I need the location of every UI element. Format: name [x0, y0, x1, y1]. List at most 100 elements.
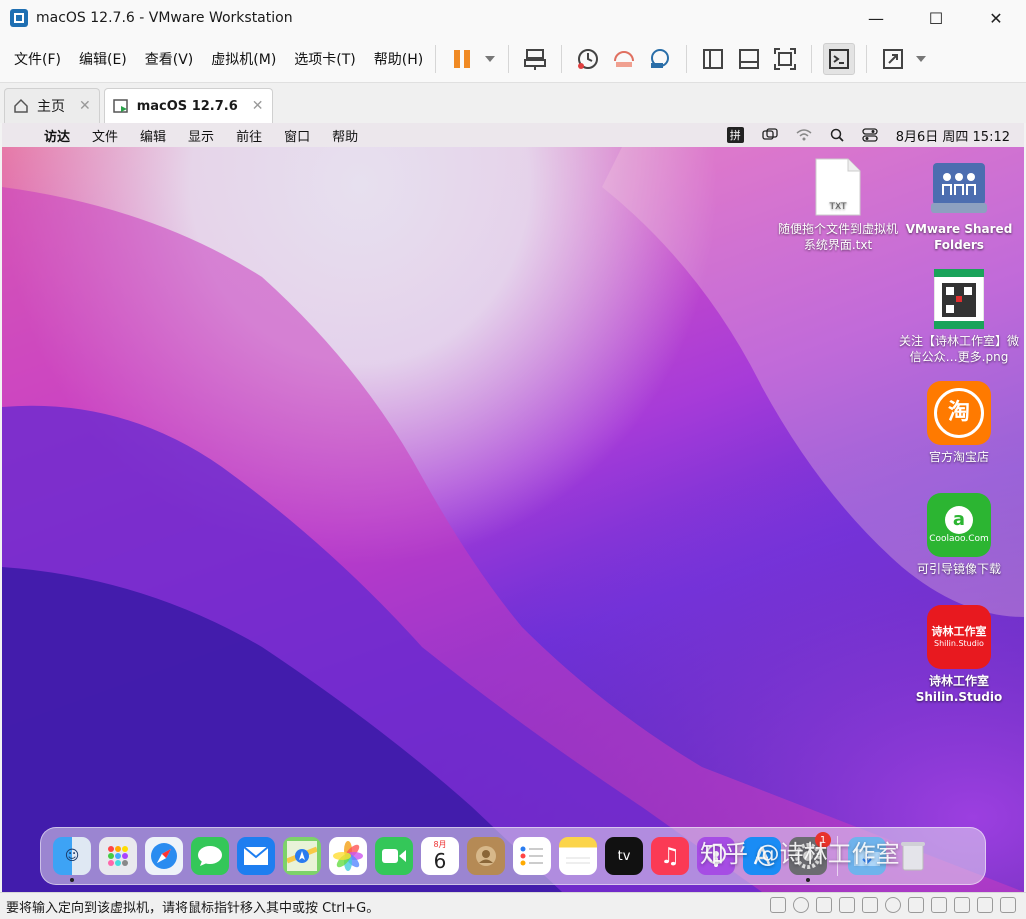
messages-icon[interactable]: [191, 837, 229, 875]
snapshot-button[interactable]: [573, 44, 603, 74]
menu-vm[interactable]: 虚拟机(M): [211, 49, 276, 69]
chevron-down-icon: [485, 56, 496, 62]
camera-icon[interactable]: [885, 897, 901, 913]
launchpad-icon[interactable]: [99, 837, 137, 875]
desktop-taobao-label: 官方淘宝店: [928, 450, 989, 464]
apple-tv-icon[interactable]: tv: [605, 837, 643, 875]
device-status-icons: [763, 897, 1016, 913]
control-center-icon[interactable]: [862, 128, 878, 142]
display-icon[interactable]: [954, 897, 970, 913]
spotlight-search-icon[interactable]: [830, 128, 844, 142]
desktop-shilin[interactable]: 诗林工作室 Shilin.Studio 诗林工作室 Shilin.Studio: [899, 605, 1019, 705]
terminal-icon: [829, 49, 850, 69]
window-title: macOS 12.7.6 - VMware Workstation: [36, 10, 293, 26]
usb-controller-icon[interactable]: [839, 897, 855, 913]
mac-menu-window[interactable]: 窗口: [284, 126, 310, 145]
cd-drive-icon[interactable]: [793, 897, 809, 913]
wallpaper-mountains: [2, 147, 1024, 892]
desktop-taobao[interactable]: 淘 官方淘宝店: [899, 381, 1019, 465]
close-button[interactable]: ✕: [966, 0, 1026, 36]
maximize-button[interactable]: ☐: [906, 0, 966, 36]
desktop-qr-image-label: 关注【诗林工作室】微信公众…更多.png: [899, 334, 1020, 364]
library-view-button[interactable]: [698, 44, 728, 74]
watermark-text: 知乎 @诗林工作室: [700, 840, 900, 868]
thumbnail-view-button[interactable]: [734, 44, 764, 74]
menu-tabs[interactable]: 选项卡(T): [294, 49, 355, 69]
finder-icon[interactable]: ☺: [53, 837, 91, 882]
panel-bottom-icon: [739, 49, 760, 69]
svg-text:TXT: TXT: [828, 202, 847, 212]
title-bar: macOS 12.7.6 - VMware Workstation — ☐ ✕: [0, 0, 1026, 36]
reminders-icon[interactable]: [513, 837, 551, 875]
desktop-coolaoo-label: 可引导镜像下载: [916, 562, 1001, 576]
send-ctrl-alt-del-button[interactable]: [520, 44, 550, 74]
menu-file[interactable]: 文件(F): [14, 49, 61, 69]
clock-snapshot-icon: [578, 49, 599, 69]
contacts-icon[interactable]: [467, 837, 505, 875]
menu-help[interactable]: 帮助(H): [374, 49, 423, 69]
network-adapter-icon[interactable]: [816, 897, 832, 913]
fit-guest-button[interactable]: [770, 44, 800, 74]
mail-icon[interactable]: [237, 837, 275, 875]
desktop-coolaoo[interactable]: a Coolaoo.Com 可引导镜像下载: [899, 493, 1019, 577]
mac-menu-file[interactable]: 文件: [92, 126, 118, 145]
calendar-icon[interactable]: 8月 6: [421, 837, 459, 875]
photos-icon[interactable]: [329, 837, 367, 875]
mac-menu-view[interactable]: 显示: [188, 126, 214, 145]
mirroring-icon[interactable]: [762, 128, 778, 142]
vmware-icon: [10, 9, 28, 27]
pause-button[interactable]: [447, 44, 477, 74]
fullscreen-button[interactable]: [878, 44, 908, 74]
tab-vm-close-icon[interactable]: ✕: [252, 98, 264, 114]
text-file-icon: TXT: [815, 158, 861, 216]
shilin-studio-icon: 诗林工作室 Shilin.Studio: [927, 605, 991, 669]
notes-icon[interactable]: [559, 837, 597, 875]
vm-screen[interactable]: 访达 文件 编辑 显示 前往 窗口 帮助 拼 8月6日 周四 15:12 TXT…: [2, 123, 1024, 892]
mac-menu-go[interactable]: 前往: [236, 126, 262, 145]
snapshot-manager-button[interactable]: [645, 44, 675, 74]
mac-menu-help[interactable]: 帮助: [332, 126, 358, 145]
message-log-icon[interactable]: [1000, 897, 1016, 913]
pause-dropdown[interactable]: [483, 44, 497, 74]
tab-home-label: 主页: [37, 99, 65, 115]
desktop-txt-file[interactable]: TXT 随便拖个文件到虚拟机系统界面.txt: [778, 157, 898, 253]
facetime-icon[interactable]: [375, 837, 413, 875]
usb-device-icon[interactable]: [977, 897, 993, 913]
hard-disk-icon[interactable]: [770, 897, 786, 913]
tab-home[interactable]: 主页 ✕: [4, 88, 100, 123]
desktop-qr-image[interactable]: 关注【诗林工作室】微信公众…更多.png: [899, 269, 1019, 365]
shared-drive-icon: [931, 163, 987, 213]
network-send-icon: [524, 49, 547, 70]
mac-clock[interactable]: 8月6日 周四 15:12: [896, 126, 1010, 145]
maps-icon[interactable]: [283, 837, 321, 875]
toolbar-divider: [686, 45, 688, 73]
toolbar-divider: [811, 45, 813, 73]
wifi-icon[interactable]: [796, 128, 812, 142]
bluetooth-icon[interactable]: [931, 897, 947, 913]
pause-icon: [454, 50, 471, 68]
menu-edit[interactable]: 编辑(E): [79, 49, 127, 69]
minimize-button[interactable]: —: [846, 0, 906, 36]
desktop-shared-folders[interactable]: VMware Shared Folders: [899, 159, 1019, 253]
home-icon: [14, 98, 28, 113]
menu-view[interactable]: 查看(V): [145, 49, 194, 69]
mac-menu-edit[interactable]: 编辑: [140, 126, 166, 145]
taobao-icon: 淘: [927, 381, 991, 445]
tab-home-close-icon[interactable]: ✕: [79, 98, 91, 114]
fit-screen-icon: [774, 48, 797, 70]
toolbar-divider: [435, 45, 437, 73]
mac-menu-finder[interactable]: 访达: [44, 126, 70, 145]
safari-icon[interactable]: [145, 837, 183, 875]
printer-icon[interactable]: [908, 897, 924, 913]
music-icon[interactable]: ♫: [651, 837, 689, 875]
revert-snapshot-button[interactable]: [609, 44, 639, 74]
tab-vm[interactable]: macOS 12.7.6 ✕: [103, 88, 273, 123]
macos-menu-bar: 访达 文件 编辑 显示 前往 窗口 帮助 拼 8月6日 周四 15:12: [2, 123, 1024, 147]
input-method-icon[interactable]: 拼: [726, 127, 744, 143]
desktop-shared-folders-label: VMware Shared Folders: [905, 222, 1013, 252]
snapshot-manager-icon: [651, 49, 670, 68]
fullscreen-dropdown[interactable]: [914, 44, 928, 74]
console-view-button[interactable]: [823, 43, 856, 75]
sound-card-icon[interactable]: [862, 897, 878, 913]
tab-vm-label: macOS 12.7.6: [136, 98, 238, 114]
